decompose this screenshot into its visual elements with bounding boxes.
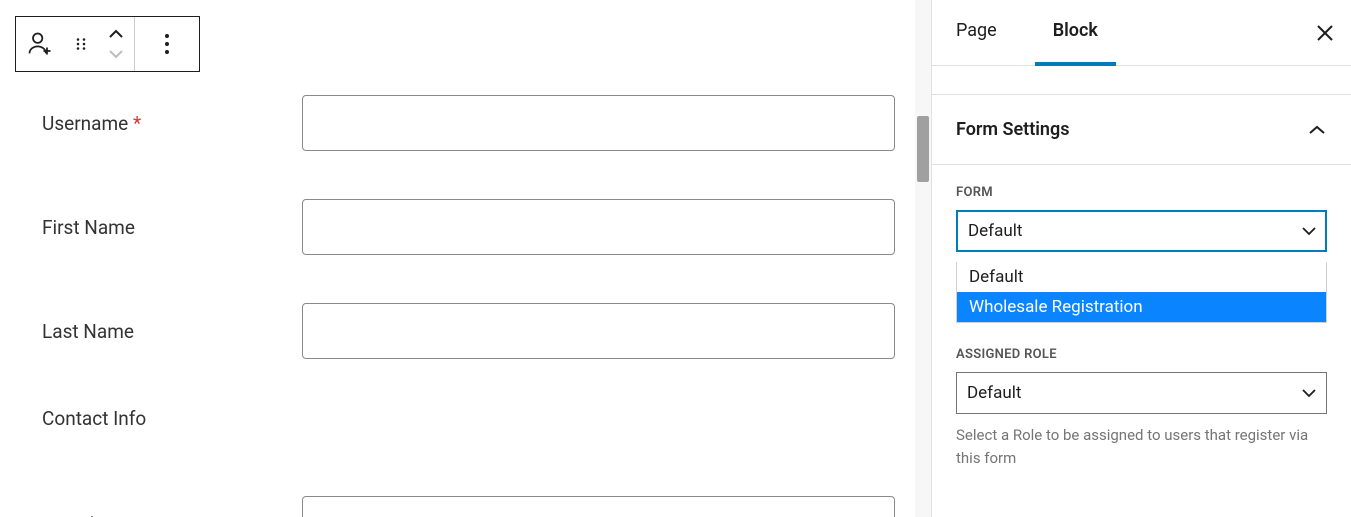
role-select[interactable]: Default <box>956 372 1327 414</box>
panel-title: Form Settings <box>956 119 1069 140</box>
field-label-username: Username * <box>42 112 302 135</box>
form-select[interactable]: Default <box>956 210 1327 252</box>
tab-block[interactable]: Block <box>1035 0 1116 66</box>
role-help-text: Select a Role to be assigned to users th… <box>956 424 1327 469</box>
registration-form-block: Username * First Name Last Name Contact … <box>0 10 915 517</box>
scrollbar-track[interactable] <box>915 0 931 517</box>
role-select-label: ASSIGNED ROLE <box>956 347 1327 362</box>
form-select-dropdown: Default Wholesale Registration <box>956 262 1327 323</box>
move-down-icon[interactable] <box>98 44 134 64</box>
username-input[interactable] <box>302 95 895 151</box>
scrollbar-thumb[interactable] <box>917 116 929 182</box>
panel-form-settings-header[interactable]: Form Settings <box>932 94 1351 165</box>
form-option-default[interactable]: Default <box>957 262 1326 292</box>
field-label-email: E-mail * <box>42 513 302 517</box>
role-select-value: Default <box>967 383 1021 403</box>
move-up-icon[interactable] <box>98 24 134 44</box>
settings-sidebar: Page Block Form Settings FORM Default De… <box>931 0 1351 517</box>
chevron-up-icon <box>1307 124 1327 136</box>
close-sidebar-button[interactable] <box>1307 15 1343 51</box>
form-select-label: FORM <box>956 185 1327 200</box>
required-asterisk: * <box>133 112 141 135</box>
email-input[interactable] <box>302 496 895 517</box>
block-toolbar <box>15 16 200 72</box>
tab-page[interactable]: Page <box>952 0 1001 66</box>
last-name-input[interactable] <box>302 303 895 359</box>
panel-form-settings-body: FORM Default Default Wholesale Registrat… <box>932 165 1351 489</box>
form-select-value: Default <box>968 221 1022 241</box>
more-options-icon[interactable] <box>135 17 199 71</box>
sidebar-tabs: Page Block <box>932 0 1351 66</box>
section-heading-contact-info: Contact Info <box>42 407 302 430</box>
field-label-first-name: First Name <box>42 216 302 239</box>
drag-handle-icon[interactable] <box>64 17 98 71</box>
editor-canvas: Username * First Name Last Name Contact … <box>0 0 915 517</box>
required-asterisk: * <box>99 513 107 517</box>
first-name-input[interactable] <box>302 199 895 255</box>
block-type-icon[interactable] <box>16 17 64 71</box>
field-label-last-name: Last Name <box>42 320 302 343</box>
form-option-wholesale-registration[interactable]: Wholesale Registration <box>957 292 1326 322</box>
